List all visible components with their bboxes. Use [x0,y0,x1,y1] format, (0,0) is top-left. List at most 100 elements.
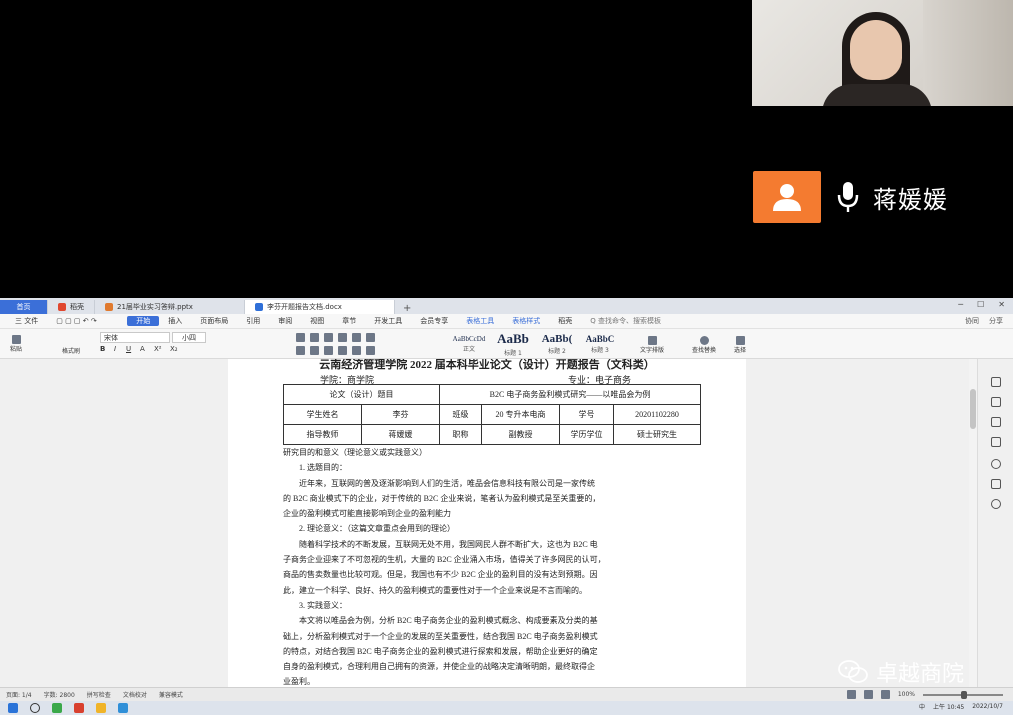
document-body[interactable]: 研究目的和意义（理论意义或实践意义） 1. 选题目的： 近年来，互联网的普及逐渐… [283,445,701,687]
microphone-icon[interactable] [835,179,861,215]
participant-video[interactable] [752,0,1013,106]
pen-icon[interactable] [991,397,1001,407]
globe-icon[interactable] [991,499,1001,509]
view-web-icon[interactable] [880,690,890,699]
paste-icon [11,335,21,344]
zoom-slider[interactable] [923,690,1003,699]
italic-button[interactable]: I [114,345,116,353]
menu-table-style[interactable]: 表格样式 [503,316,549,326]
help-icon[interactable] [991,459,1001,469]
table-cell[interactable]: 学历学位 [559,424,614,445]
document-page[interactable]: 云南经济管理学院 2022 届本科毕业论文（设计）开题报告（文科类） 学院：商学… [228,359,746,687]
doc-check[interactable]: 文档校对 [123,690,147,699]
menu-insert[interactable]: 插入 [159,316,191,326]
select-button[interactable]: 选择 [728,333,752,357]
underline-button[interactable]: U [126,345,131,353]
windows-start-icon[interactable] [8,703,18,713]
input-language[interactable]: 中 [919,702,925,711]
text-layout-button[interactable]: 文字排版 [634,333,670,357]
style-heading-1[interactable]: AaBb 标题 1 [492,331,534,357]
style-heading-3[interactable]: AaBbC 标题 3 [580,332,620,356]
browser-icon[interactable] [118,703,128,713]
menu-home[interactable]: 开始 [127,316,160,326]
menu-view[interactable]: 视图 [301,316,333,326]
table-cell[interactable]: 论文（设计）题目 [283,384,440,405]
body-line: 础上，分析盈利模式对于一个企业的发展的至关重要性，结合我国 B2C 电子商务盈利… [283,631,598,641]
font-size-select[interactable]: 小四 [172,332,206,343]
menu-table-tools[interactable]: 表格工具 [457,316,503,326]
list-icon[interactable] [991,437,1001,447]
menu-layout[interactable]: 页面布局 [191,316,237,326]
view-page-icon[interactable] [846,690,856,699]
tab-pptx[interactable]: 21届毕业实习答辩.pptx [95,300,245,314]
image-icon[interactable] [991,479,1001,489]
close-icon[interactable]: ✕ [998,300,1005,309]
bullet-list-icon [296,333,305,342]
bold-button[interactable]: B [100,345,105,353]
wps-icon[interactable] [74,703,84,713]
new-tab-button[interactable]: + [395,303,419,314]
menu-references[interactable]: 引用 [237,316,269,326]
format-painter-button[interactable]: 格式刷 [62,346,80,355]
maximize-icon[interactable]: ☐ [977,300,984,309]
tab-docx[interactable]: 李芬开题报告文档.docx [245,300,395,314]
body-line: 子商务企业迎来了不可忽视的生机，大量的 B2C 企业涌入市场，值得关了许多网民的… [283,555,606,565]
style-normal[interactable]: AaBbCcDd 正文 [452,332,486,356]
menu-review[interactable]: 审阅 [269,316,301,326]
style-heading-2[interactable]: AaBb( 标题 2 [537,332,577,356]
page-count[interactable]: 页面: 1/4 [6,690,32,699]
magnifier-icon [699,336,709,345]
superscript-button[interactable]: X² [154,345,162,353]
body-line: 商品的售卖数量也比较可观。但是，我国也有不少 B2C 企业的盈利目的没有达到预期… [283,570,598,580]
quick-access-toolbar[interactable]: ▢ ▢ ▢ ↶ ↷ [47,317,127,325]
alignment-tools[interactable] [296,346,375,355]
presenter-avatar[interactable] [753,171,821,223]
app-green-icon[interactable] [52,703,62,713]
table-cell[interactable]: 硕士研究生 [613,424,701,445]
menu-member[interactable]: 会员专享 [411,316,457,326]
table-cell[interactable]: B2C 电子商务盈利模式研究——以唯品会为例 [439,384,701,405]
menu-docer[interactable]: 稻壳 [549,316,581,326]
table-cell[interactable]: 李芬 [361,404,440,425]
menu-developer[interactable]: 开发工具 [365,316,411,326]
table-cell[interactable]: 学生姓名 [283,404,362,425]
menu-section[interactable]: 章节 [333,316,365,326]
menu-file[interactable]: 三 文件 [6,316,47,326]
spell-check[interactable]: 拼写检查 [87,690,111,699]
subscript-button[interactable]: X₂ [170,345,178,353]
collab-button[interactable]: 协同 [965,316,979,326]
font-family-value: 宋体 [104,333,118,342]
table-cell[interactable]: 副教授 [481,424,560,445]
table-cell[interactable]: 学号 [559,404,614,425]
table-cell[interactable]: 20 专升本电商 [481,404,560,425]
command-search[interactable]: Q 查找命令、搜索模板 [581,316,670,326]
table-cell[interactable]: 蒋媛媛 [361,424,440,445]
tab-docer[interactable]: 稻壳 [48,300,95,314]
scrollbar-thumb[interactable] [970,389,976,429]
paragraph-tools[interactable] [296,333,375,342]
word-count[interactable]: 字数: 2800 [44,690,75,699]
table-cell[interactable]: 20201102280 [613,404,701,425]
table-cell[interactable]: 职称 [439,424,482,445]
style-sample: AaBb [497,331,529,346]
paste-button[interactable]: 粘贴 [6,332,26,356]
view-outline-icon[interactable] [863,690,873,699]
folder-icon[interactable] [96,703,106,713]
cursor-icon[interactable] [991,417,1001,427]
font-color-button[interactable]: A [140,345,145,353]
table-cell[interactable]: 班级 [439,404,482,425]
minimize-icon[interactable]: ─ [958,300,963,309]
user-icon [773,184,801,211]
table-cell[interactable]: 指导教师 [283,424,362,445]
vertical-scrollbar[interactable] [969,359,977,687]
share-button[interactable]: 分享 [989,316,1003,326]
zoom-value[interactable]: 100% [898,691,915,698]
clock-date[interactable]: 2022/10/7 [972,703,1003,710]
zoom-slider-knob[interactable] [961,690,967,699]
tab-home[interactable]: 首页 [0,300,48,314]
font-family-select[interactable]: 宋体 [100,332,170,343]
clock-time[interactable]: 上午 10:45 [933,702,964,711]
settings-icon[interactable] [991,377,1001,387]
find-replace-button[interactable]: 查找替换 [686,333,722,357]
search-icon[interactable] [30,703,40,713]
